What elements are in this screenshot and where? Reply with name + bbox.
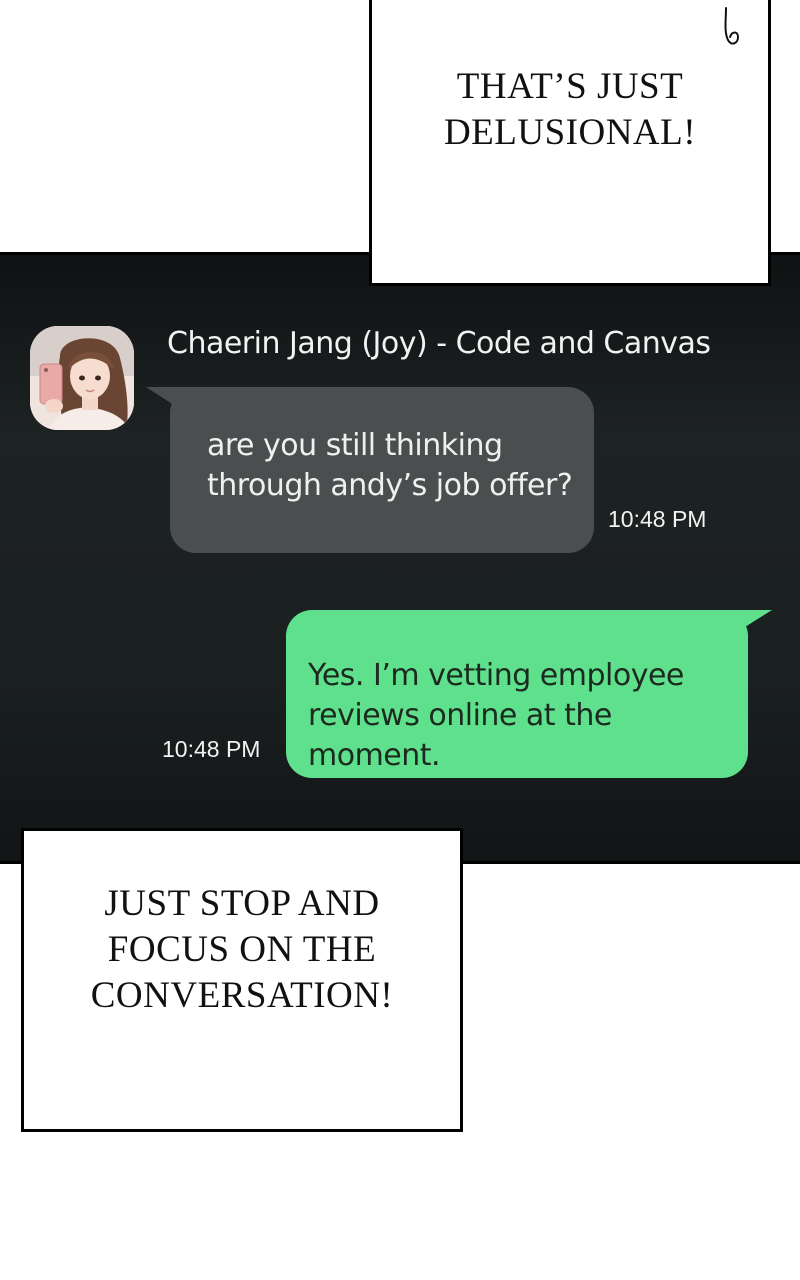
narration-box-top: THAT’S JUST DELUSIONAL!	[369, 0, 771, 286]
narration-box-bottom: JUST STOP AND FOCUS ON THE CONVERSATION!	[21, 828, 463, 1132]
outgoing-message-timestamp: 10:48 PM	[162, 736, 261, 762]
comic-page: THAT’S JUST DELUSIONAL! Chaerin Jang (Jo…	[0, 0, 800, 1280]
avatar-portrait-icon	[30, 326, 134, 430]
sender-name: Chaerin Jang (Joy) - Code and Canvas	[167, 326, 711, 361]
incoming-message-timestamp: 10:48 PM	[608, 506, 707, 532]
incoming-message-text: are you still thinking through andy’s jo…	[207, 428, 573, 503]
contact-avatar[interactable]	[30, 326, 134, 430]
narration-text-top: THAT’S JUST DELUSIONAL!	[443, 66, 697, 153]
narration-text-bottom: JUST STOP AND FOCUS ON THE CONVERSATION!	[90, 883, 394, 1016]
outgoing-message-text: Yes. I’m vetting employee reviews online…	[308, 658, 684, 773]
ink-mark-icon	[724, 7, 740, 45]
